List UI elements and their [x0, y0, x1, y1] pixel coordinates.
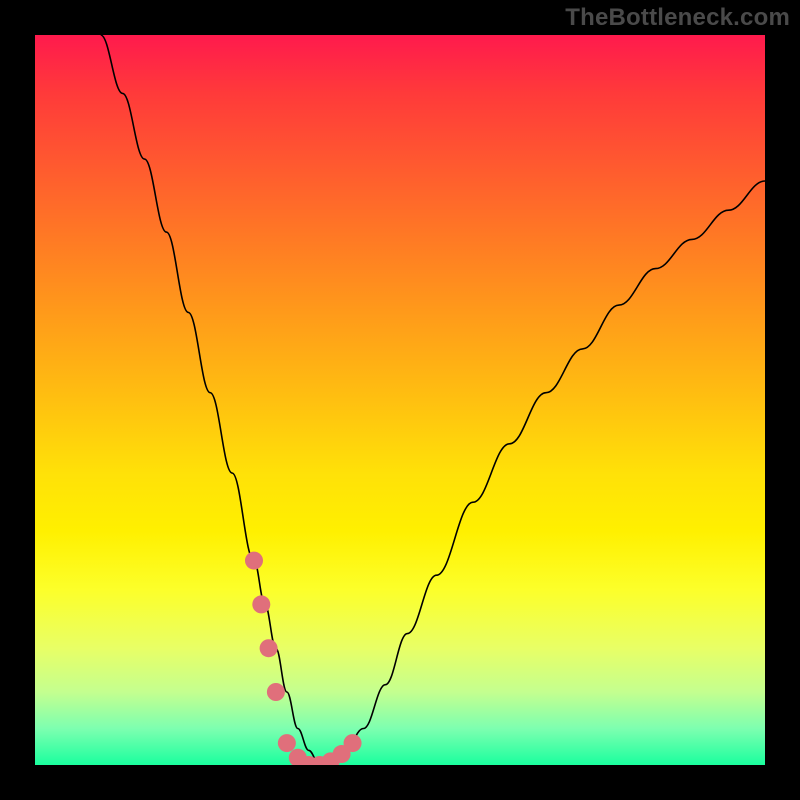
watermark-text: TheBottleneck.com: [565, 4, 790, 32]
marker-dot: [278, 734, 296, 752]
marker-dot: [245, 552, 263, 570]
marker-group: [245, 552, 362, 765]
marker-dot: [267, 683, 285, 701]
marker-dot: [252, 595, 270, 613]
chart-frame: TheBottleneck.com: [0, 0, 800, 800]
bottleneck-curve: [101, 35, 765, 765]
marker-dot: [260, 639, 278, 657]
plot-area: [35, 35, 765, 765]
marker-dot: [344, 734, 362, 752]
curve-layer: [35, 35, 765, 765]
